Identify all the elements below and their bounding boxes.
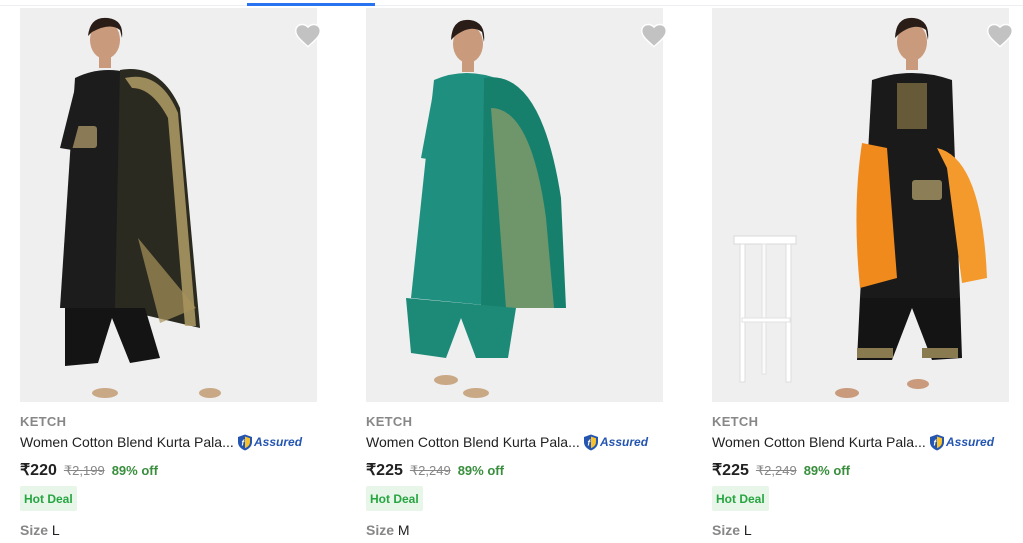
selling-price: ₹225 — [712, 462, 749, 479]
product-title[interactable]: Women Cotton Blend Kurta Pala... — [366, 434, 580, 450]
product-card[interactable]: KETCH Women Cotton Blend Kurta Pala... f… — [20, 0, 340, 543]
assured-label: Assured — [946, 435, 995, 449]
size-label: Size — [366, 522, 395, 538]
size-label: Size — [20, 522, 49, 538]
product-card[interactable]: KETCH Women Cotton Blend Kurta Pala... f… — [712, 0, 1023, 543]
assured-label: Assured — [254, 435, 303, 449]
price-row: ₹225 ₹2,249 89% off — [366, 460, 504, 480]
assured-label: Assured — [600, 435, 649, 449]
product-card[interactable]: KETCH Women Cotton Blend Kurta Pala... f… — [366, 0, 686, 543]
size-info: Size L — [20, 522, 60, 538]
brand-name: KETCH — [20, 414, 67, 429]
size-label: Size — [712, 522, 741, 538]
product-image[interactable] — [20, 8, 317, 402]
product-grid: KETCH Women Cotton Blend Kurta Pala... f… — [0, 0, 1023, 543]
price-row: ₹225 ₹2,249 89% off — [712, 460, 850, 480]
product-title[interactable]: Women Cotton Blend Kurta Pala... — [712, 434, 926, 450]
discount-percent: 89% off — [457, 463, 504, 478]
assured-badge: f Assured — [583, 433, 648, 451]
wishlist-heart-icon[interactable] — [294, 22, 322, 48]
assured-badge: f Assured — [237, 433, 302, 451]
selling-price: ₹225 — [366, 462, 403, 479]
discount-percent: 89% off — [803, 463, 850, 478]
shield-icon: f — [930, 434, 944, 450]
size-value: L — [51, 522, 60, 538]
price-row: ₹220 ₹2,199 89% off — [20, 460, 158, 480]
product-title[interactable]: Women Cotton Blend Kurta Pala... — [20, 434, 234, 450]
product-image[interactable] — [712, 8, 1009, 402]
original-price: ₹2,199 — [63, 463, 105, 478]
wishlist-heart-icon[interactable] — [640, 22, 668, 48]
brand-name: KETCH — [366, 414, 413, 429]
hot-deal-badge: Hot Deal — [20, 486, 77, 511]
original-price: ₹2,249 — [409, 463, 451, 478]
selling-price: ₹220 — [20, 462, 57, 479]
assured-badge: f Assured — [929, 433, 994, 451]
original-price: ₹2,249 — [755, 463, 797, 478]
size-value: L — [743, 522, 752, 538]
size-info: Size L — [712, 522, 752, 538]
hot-deal-badge: Hot Deal — [712, 486, 769, 511]
size-info: Size M — [366, 522, 410, 538]
hot-deal-badge: Hot Deal — [366, 486, 423, 511]
brand-name: KETCH — [712, 414, 759, 429]
shield-icon: f — [584, 434, 598, 450]
size-value: M — [397, 522, 410, 538]
wishlist-heart-icon[interactable] — [986, 22, 1014, 48]
product-image[interactable] — [366, 8, 663, 402]
shield-icon: f — [238, 434, 252, 450]
discount-percent: 89% off — [111, 463, 158, 478]
